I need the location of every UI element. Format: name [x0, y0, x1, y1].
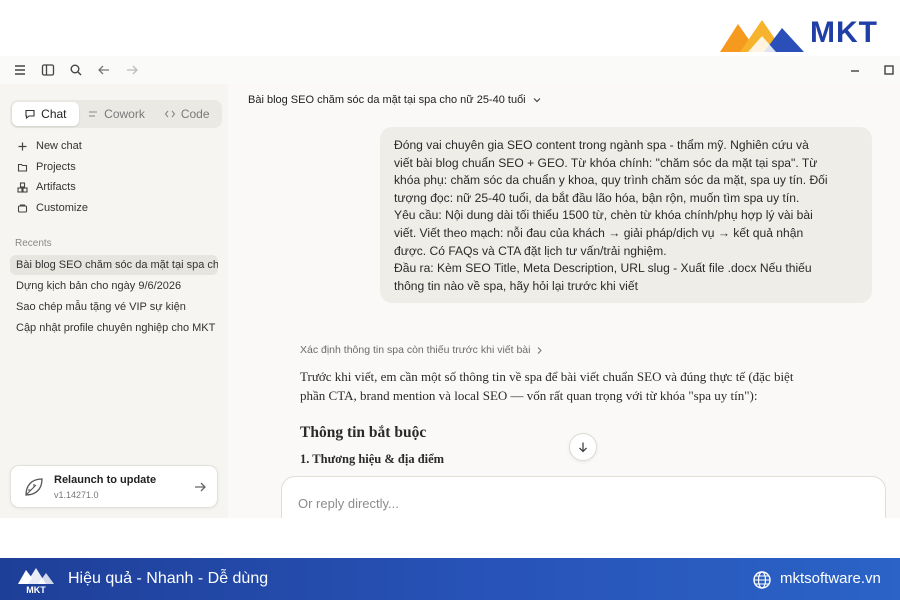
- tab-code[interactable]: Code: [153, 102, 220, 126]
- reply-input[interactable]: [298, 493, 858, 513]
- artifacts-icon: [16, 181, 28, 193]
- recent-chat-item[interactable]: Cập nhật profile chuyên nghiệp cho MKT: [10, 318, 218, 338]
- update-title: Relaunch to update: [54, 474, 157, 486]
- tab-code-label: Code: [180, 107, 210, 121]
- mkt-logo-text: MKT: [810, 16, 878, 49]
- mkt-footer-logo: MKT: [18, 568, 54, 594]
- user-message-line: tượng đọc: nữ 25-40 tuổi, da bắt đầu lão…: [394, 190, 800, 205]
- arrow-down-icon: [579, 442, 587, 453]
- sidebar-item-label: New chat: [36, 140, 82, 152]
- reply-paragraph-line: phần CTA, brand mention và local SEO — v…: [300, 388, 758, 403]
- assistant-reply: Trước khi viết, em cần một số thông tin …: [300, 367, 852, 466]
- user-message-bubble: Đóng vai chuyên gia SEO content trong ng…: [380, 127, 872, 303]
- reply-paragraph-line: Trước khi viết, em cần một số thông tin …: [300, 369, 794, 384]
- user-message-line: Đóng vai chuyên gia SEO content trong ng…: [394, 138, 809, 152]
- menu-icon[interactable]: [12, 62, 28, 78]
- arrow-right-icon: [195, 482, 206, 492]
- tab-chat-label: Chat: [41, 107, 67, 121]
- footer-logo-text: MKT: [26, 585, 46, 594]
- thinking-summary[interactable]: Xác định thông tin spa còn thiếu trước k…: [300, 344, 544, 356]
- maximize-icon[interactable]: [882, 62, 896, 76]
- user-message-line: Yêu cầu: Nội dung dài tối thiểu 1500 từ,…: [394, 208, 813, 223]
- reply-subheading: 1. Thương hiệu & địa điểm: [300, 452, 445, 466]
- plus-icon: [16, 140, 28, 152]
- cowork-icon: [89, 111, 98, 117]
- user-message-line: khóa phụ: chăm sóc da chuẩn y khoa, quy …: [394, 173, 828, 188]
- search-icon[interactable]: [68, 62, 84, 78]
- sidebar-item-label: Projects: [36, 161, 76, 173]
- minimize-icon[interactable]: [848, 62, 862, 76]
- update-version: v1.14271.0: [54, 490, 99, 500]
- sidebar-toggle-icon[interactable]: [40, 62, 56, 78]
- relaunch-update-card[interactable]: Relaunch to update v1.14271.0: [10, 465, 218, 508]
- user-message-line: được. Có FAQs và CTA đặt lịch tư vấn/trả…: [394, 243, 667, 258]
- chevron-right-icon: [538, 346, 543, 354]
- thinking-summary-text: Xác định thông tin spa còn thiếu trước k…: [300, 344, 531, 356]
- code-icon: [164, 110, 176, 118]
- reply-heading: Thông tin bắt buộc: [300, 424, 427, 441]
- user-message-line: viết bài blog chuẩn SEO + GEO. Từ khóa c…: [394, 155, 818, 170]
- forward-arrow-icon[interactable]: [124, 62, 140, 78]
- back-arrow-icon[interactable]: [96, 62, 112, 78]
- mode-switcher: Chat Cowork Code: [10, 100, 222, 128]
- user-message-line: thông tin nào về spa, hãy hỏi lại trước …: [394, 278, 638, 293]
- recent-chat-item[interactable]: Bài blog SEO chăm sóc da mặt tại spa cho: [10, 255, 218, 275]
- recent-chat-item[interactable]: Sao chép mẫu tặng vé VIP sự kiện: [10, 297, 218, 317]
- footer-website[interactable]: mktsoftware.vn: [780, 570, 881, 587]
- sidebar-item-projects[interactable]: Projects: [16, 158, 76, 176]
- leaf-icon: [25, 478, 43, 496]
- user-message-line: viết. Viết theo mạch: nỗi đau của khách …: [394, 225, 804, 240]
- chevron-down-icon: [533, 98, 541, 103]
- sidebar-item-artifacts[interactable]: Artifacts: [16, 178, 76, 196]
- tab-cowork[interactable]: Cowork: [83, 102, 150, 126]
- recents-heading: Recents: [15, 238, 52, 249]
- user-message-line: Đầu ra: Kèm SEO Title, Meta Description,…: [394, 261, 812, 276]
- scroll-to-bottom-button[interactable]: [569, 433, 597, 461]
- sidebar-item-label: Artifacts: [36, 181, 76, 193]
- tab-chat[interactable]: Chat: [12, 102, 79, 126]
- mkt-logo-mark-icon: [720, 20, 804, 52]
- conversation-title[interactable]: Bài blog SEO chăm sóc da mặt tại spa cho…: [248, 94, 542, 106]
- tab-cowork-label: Cowork: [104, 107, 145, 121]
- globe-icon: [753, 571, 771, 589]
- conversation-title-text: Bài blog SEO chăm sóc da mặt tại spa cho…: [248, 94, 526, 106]
- sidebar-item-customize[interactable]: Customize: [16, 199, 88, 217]
- chat-bubble-icon: [25, 109, 35, 120]
- page-gap: [0, 518, 900, 558]
- recent-chat-item[interactable]: Dựng kịch bản cho ngày 9/6/2026: [10, 276, 218, 296]
- footer-slogan: Hiệu quả - Nhanh - Dễ dùng: [68, 570, 269, 587]
- customize-icon: [16, 202, 28, 214]
- sidebar-item-label: Customize: [36, 202, 88, 214]
- sidebar-item-new-chat[interactable]: New chat: [16, 137, 82, 155]
- projects-icon: [16, 161, 28, 173]
